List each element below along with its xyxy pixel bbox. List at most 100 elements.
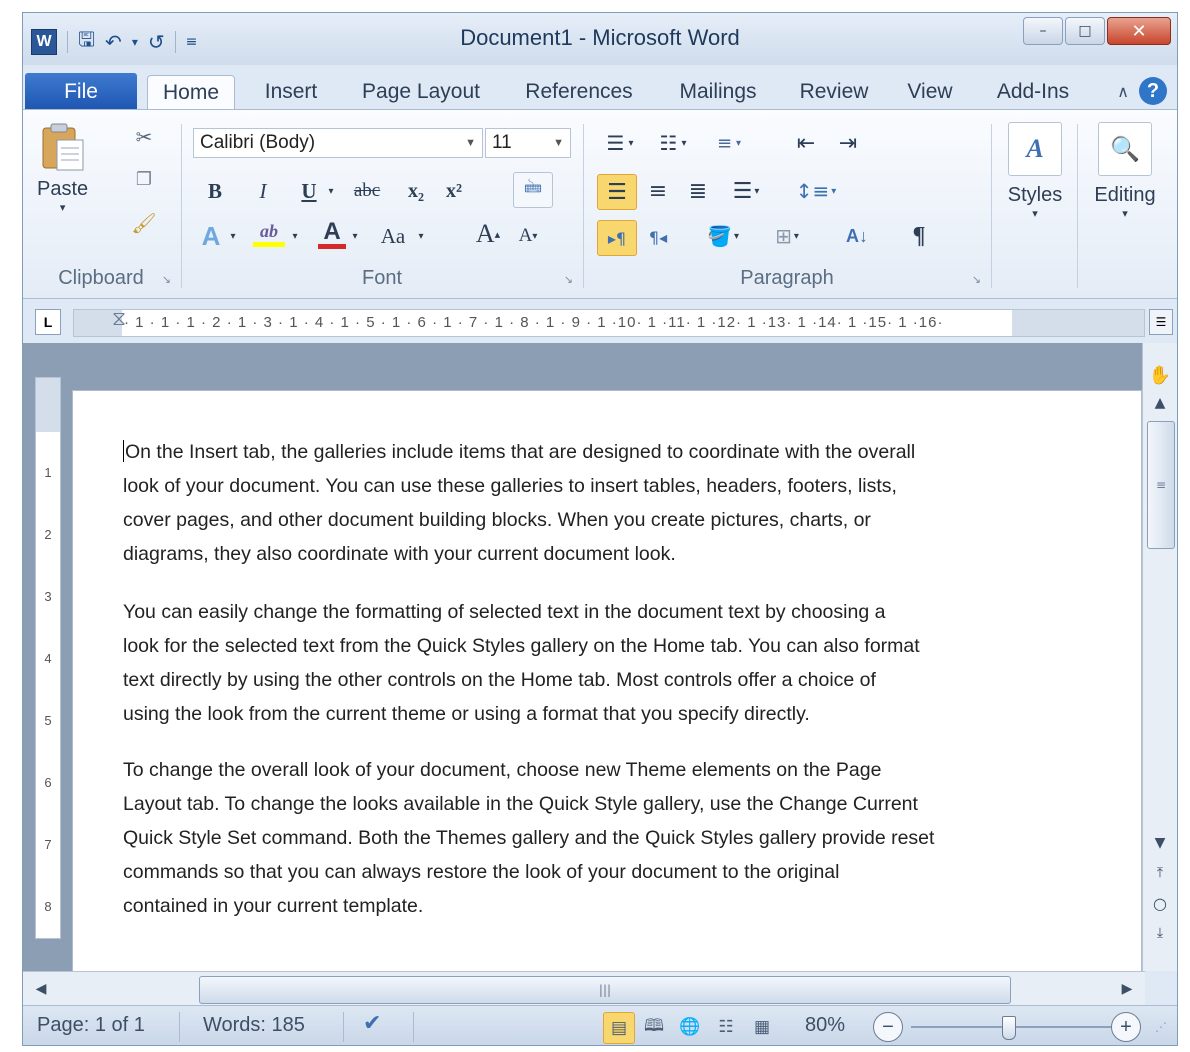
italic-button[interactable]: I xyxy=(249,176,277,206)
minimize-button[interactable]: – xyxy=(1023,17,1063,45)
tab-review[interactable]: Review xyxy=(789,75,879,109)
scroll-left-icon[interactable]: ◀ xyxy=(29,976,53,1002)
font-size-combo[interactable]: 11 ▼ xyxy=(485,128,571,158)
vertical-scrollbar[interactable]: ✋ ▲ ≡ ▼ ⤒ ○ ⤓ xyxy=(1142,343,1177,971)
font-launcher-icon[interactable]: ↘ xyxy=(564,273,573,286)
web-layout-icon[interactable]: 🌐 xyxy=(675,1012,705,1042)
redo-icon[interactable]: ↺ xyxy=(148,30,165,54)
align-right-icon[interactable]: ≣ xyxy=(681,174,715,208)
tab-references[interactable]: References xyxy=(511,75,647,109)
change-case-dropdown-icon[interactable]: ▾ xyxy=(415,220,427,252)
vertical-scroll-thumb[interactable]: ≡ xyxy=(1147,421,1175,549)
resize-grip-icon[interactable]: ⋰ xyxy=(1155,1020,1167,1034)
styles-button[interactable]: A Styles ▾ xyxy=(1001,122,1069,220)
editing-button[interactable]: 🔍 Editing ▾ xyxy=(1085,122,1165,220)
text-effects-dropdown-icon[interactable]: ▾ xyxy=(227,220,239,252)
next-page-icon[interactable]: ⤓ xyxy=(1147,921,1173,945)
horizontal-scrollbar[interactable]: ◀ ||| ▶ xyxy=(23,971,1145,1006)
increase-indent-icon[interactable]: ⇥ xyxy=(831,128,865,158)
zoom-level[interactable]: 80% xyxy=(805,1014,845,1037)
tab-selector[interactable]: L xyxy=(35,309,61,335)
view-ruler-icon[interactable]: ☰ xyxy=(1149,309,1173,335)
tab-mailings[interactable]: Mailings xyxy=(663,75,773,109)
undo-icon[interactable]: ↶ xyxy=(105,30,122,54)
zoom-in-icon[interactable]: + xyxy=(1111,1012,1141,1042)
line-spacing-icon[interactable]: ↕≡ ▾ xyxy=(791,174,841,208)
scroll-down-icon[interactable]: ▼ xyxy=(1147,831,1173,855)
clear-formatting-icon[interactable]: 🖮 xyxy=(513,172,553,208)
multilevel-list-icon[interactable]: ≡ ▾ xyxy=(703,128,755,158)
tab-view[interactable]: View xyxy=(895,75,965,109)
sort-button[interactable]: A↓ xyxy=(837,218,877,254)
help-icon[interactable]: ? xyxy=(1139,77,1167,105)
document-page[interactable]: On the Insert tab, the galleries include… xyxy=(73,391,1141,991)
paste-dropdown-icon[interactable]: ▾ xyxy=(60,201,66,214)
vertical-ruler[interactable]: 1 2 3 4 5 6 7 8 xyxy=(35,377,61,939)
print-layout-icon[interactable]: ▤ xyxy=(603,1012,635,1044)
minimize-ribbon-icon[interactable]: ∧ xyxy=(1117,82,1129,101)
scroll-right-icon[interactable]: ▶ xyxy=(1115,976,1139,1002)
font-name-combo[interactable]: Calibri (Body) ▼ xyxy=(193,128,483,158)
tab-add-ins[interactable]: Add-Ins xyxy=(983,75,1083,109)
pan-hand-icon[interactable]: ✋ xyxy=(1147,363,1173,387)
grow-font-button[interactable]: A ▴ xyxy=(471,216,505,252)
change-case-button[interactable]: Aa xyxy=(371,220,415,252)
zoom-out-icon[interactable]: − xyxy=(873,1012,903,1042)
close-button[interactable]: ✕ xyxy=(1107,17,1171,45)
horizontal-scroll-thumb[interactable]: ||| xyxy=(199,976,1011,1004)
strikethrough-button[interactable]: abc xyxy=(343,176,391,206)
show-marks-button[interactable]: ¶ xyxy=(899,218,939,254)
shading-icon[interactable]: 🪣 ▾ xyxy=(695,218,751,254)
paste-button[interactable]: Paste ▾ xyxy=(37,122,88,214)
subscript-icon[interactable]: x₂ xyxy=(401,176,431,206)
format-painter-icon[interactable]: 🖌 xyxy=(131,210,157,236)
zoom-slider[interactable] xyxy=(911,1026,1129,1028)
decrease-indent-icon[interactable]: ⇤ xyxy=(789,128,823,158)
proofing-icon[interactable]: ✔ xyxy=(363,1010,381,1036)
paragraph-launcher-icon[interactable]: ↘ xyxy=(972,273,981,286)
font-color-dropdown-icon[interactable]: ▾ xyxy=(349,220,361,252)
full-screen-reading-icon[interactable]: 🕮 xyxy=(639,1012,669,1042)
tab-insert[interactable]: Insert xyxy=(247,75,335,109)
borders-icon[interactable]: ⊞ ▾ xyxy=(759,218,815,254)
underline-dropdown-icon[interactable]: ▾ xyxy=(323,176,339,206)
previous-page-icon[interactable]: ⤒ xyxy=(1147,861,1173,885)
align-left-icon[interactable]: ☰ xyxy=(597,174,637,210)
justify-icon[interactable]: ☰ ▾ xyxy=(721,174,771,208)
text-effects-icon[interactable]: A xyxy=(195,220,227,252)
outline-icon[interactable]: ☷ xyxy=(711,1012,741,1042)
shrink-font-button[interactable]: A ▾ xyxy=(513,220,543,252)
draft-icon[interactable]: ▦ xyxy=(747,1012,777,1042)
paragraph-2[interactable]: You can easily change the formatting of … xyxy=(123,595,1043,731)
numbering-icon[interactable]: ☷ ▾ xyxy=(647,128,699,158)
ltr-text-icon[interactable]: ▸¶ xyxy=(597,220,637,256)
paragraph-3[interactable]: To change the overall look of your docum… xyxy=(123,753,1043,923)
bold-button[interactable]: B xyxy=(201,176,229,206)
align-center-icon[interactable]: ≡ xyxy=(641,174,675,208)
bullets-icon[interactable]: ☰ ▾ xyxy=(597,128,643,158)
scroll-up-icon[interactable]: ▲ xyxy=(1147,391,1173,415)
horizontal-ruler[interactable]: ⧖ · 1 · 1 · 1 · 2 · 1 · 3 · 1 · 4 · 1 · … xyxy=(73,308,1145,337)
page-count[interactable]: Page: 1 of 1 xyxy=(37,1014,145,1037)
cut-icon[interactable]: ✂ xyxy=(131,124,157,150)
text-highlight-button[interactable]: ab xyxy=(249,216,289,252)
customize-qat-icon[interactable]: ≡ xyxy=(186,34,198,50)
tab-page-layout[interactable]: Page Layout xyxy=(347,75,495,109)
word-count[interactable]: Words: 185 xyxy=(203,1014,305,1037)
underline-button[interactable]: U xyxy=(295,176,323,206)
zoom-slider-thumb[interactable] xyxy=(1002,1016,1017,1040)
tab-home[interactable]: Home xyxy=(147,75,235,110)
undo-dropdown-icon[interactable]: ▾ xyxy=(132,35,138,49)
tab-file[interactable]: File xyxy=(25,73,137,111)
save-icon[interactable]: 🖫 xyxy=(78,25,95,59)
maximize-button[interactable]: □ xyxy=(1065,17,1105,45)
paragraph-1[interactable]: On the Insert tab, the galleries include… xyxy=(123,435,1043,571)
word-app-icon[interactable]: W xyxy=(31,29,57,55)
copy-icon[interactable]: ❐ xyxy=(131,166,157,192)
font-color-button[interactable]: A xyxy=(315,216,349,252)
superscript-icon[interactable]: x² xyxy=(439,176,469,206)
highlight-dropdown-icon[interactable]: ▾ xyxy=(289,220,301,252)
select-browse-object-icon[interactable]: ○ xyxy=(1147,891,1173,915)
clipboard-launcher-icon[interactable]: ↘ xyxy=(162,273,171,286)
rtl-text-icon[interactable]: ¶◂ xyxy=(641,220,675,254)
